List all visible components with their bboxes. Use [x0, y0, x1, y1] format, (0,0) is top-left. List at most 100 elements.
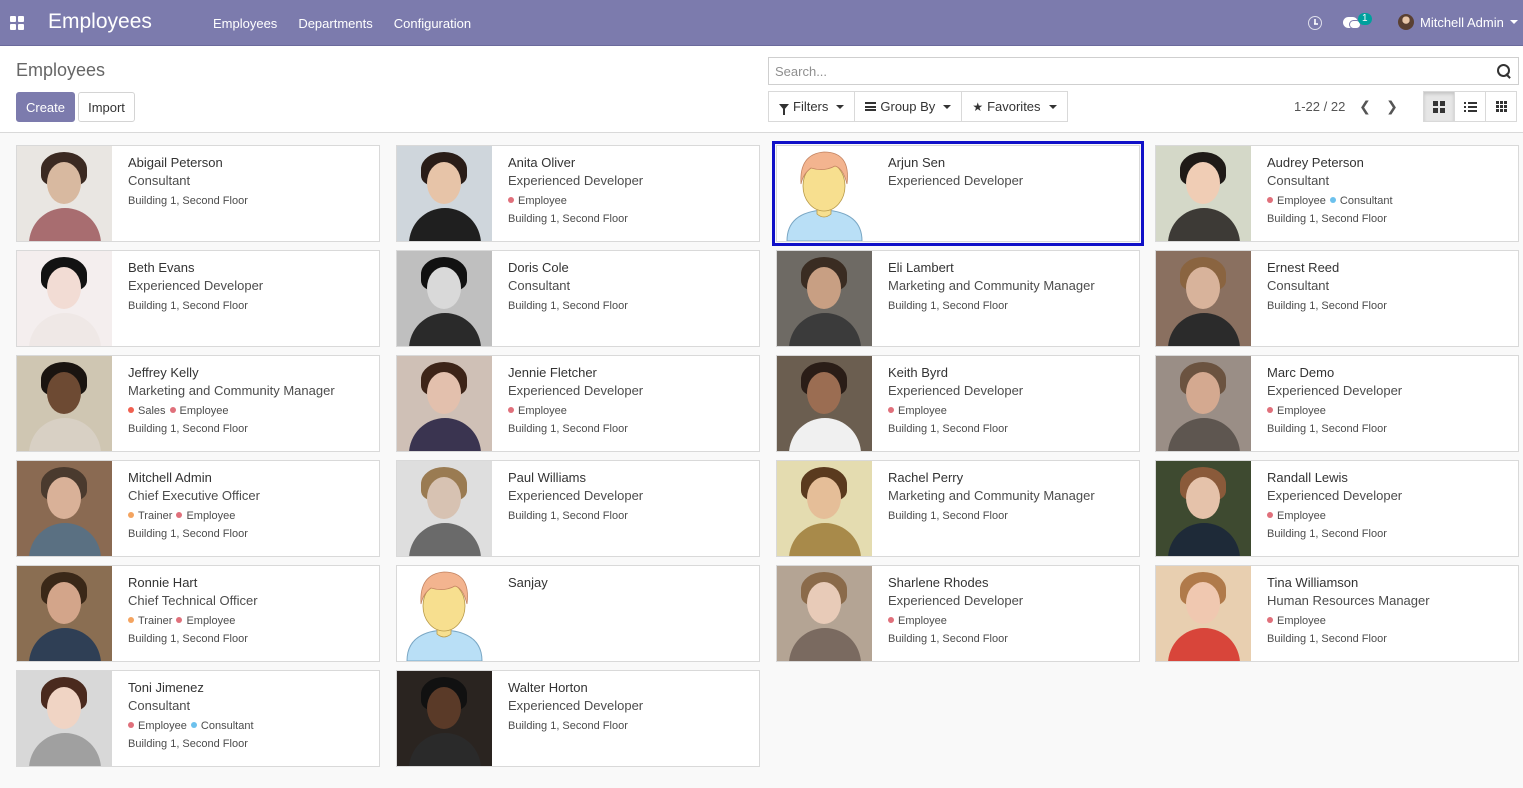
employee-photo [1156, 461, 1251, 556]
employee-tag: Employee [1267, 510, 1326, 522]
employee-photo [17, 566, 112, 661]
employee-info: Sharlene Rhodes Experienced Developer Empl… [888, 574, 1133, 646]
employee-info: Keith Byrd Experienced Developer Employee B… [888, 364, 1133, 436]
employee-card[interactable]: Sharlene Rhodes Experienced Developer Empl… [776, 565, 1140, 662]
import-button[interactable]: Import [78, 92, 135, 122]
apps-menu-icon[interactable] [10, 16, 24, 30]
employee-card[interactable]: Marc Demo Experienced Developer Employee Bu… [1155, 355, 1519, 452]
kanban-view-button[interactable] [1423, 91, 1455, 122]
employee-name: Ernest Reed [1267, 260, 1340, 275]
employee-card[interactable]: Sanjay [396, 565, 760, 662]
tag-color-dot [176, 617, 183, 623]
tag-color-dot [128, 722, 134, 728]
employee-work-location: Building 1, Second Floor [1267, 213, 1387, 225]
tag-color-dot [190, 722, 197, 728]
employee-card[interactable]: Toni Jimenez Consultant Employee Consultant… [16, 670, 380, 767]
tag-label: Trainer [138, 510, 173, 522]
employee-info: Doris Cole Consultant Building 1, Second F… [508, 259, 753, 313]
tag-color-dot [1267, 512, 1273, 518]
employee-card[interactable]: Jennie Fletcher Experienced Developer Empl… [396, 355, 760, 452]
employee-card[interactable]: Anita Oliver Experienced Developer Employe… [396, 145, 760, 242]
activity-clock-icon[interactable] [1308, 16, 1322, 30]
employee-info: Anita Oliver Experienced Developer Employe… [508, 154, 753, 226]
top-menu: Employees Departments Configuration [213, 16, 492, 31]
employee-job-title: Consultant [508, 278, 571, 293]
tag-color-dot [176, 512, 183, 518]
favorites-button[interactable]: ★ Favorites [961, 91, 1068, 122]
default-avatar-icon [397, 566, 492, 661]
employee-work-location: Building 1, Second Floor [888, 510, 1008, 522]
employee-name: Keith Byrd [888, 365, 948, 380]
employee-tag: Employee [508, 195, 567, 207]
employee-card[interactable]: Paul Williams Experienced Developer Buildi… [396, 460, 760, 557]
employee-job-title: Experienced Developer [508, 173, 644, 188]
pager-next-icon[interactable]: ❯ [1382, 96, 1402, 116]
employee-tags: Employee [508, 404, 753, 418]
employee-card[interactable]: Randall Lewis Experienced Developer Employ… [1155, 460, 1519, 557]
employee-tag: Employee [128, 720, 187, 732]
search-icon[interactable] [1497, 64, 1511, 78]
employee-work-location: Building 1, Second Floor [888, 633, 1008, 645]
user-avatar [1398, 14, 1414, 30]
employee-card[interactable]: Rachel Perry Marketing and Community Mana… [776, 460, 1140, 557]
employee-info: Paul Williams Experienced Developer Buildi… [508, 469, 753, 523]
menu-employees[interactable]: Employees [213, 16, 277, 31]
employee-tag: Employee [176, 510, 235, 522]
employee-card[interactable]: Eli Lambert Marketing and Community Manag… [776, 250, 1140, 347]
tag-label: Employee [518, 195, 567, 207]
bars-icon [865, 102, 877, 111]
tag-label: Employee [179, 405, 229, 417]
employee-info: Randall Lewis Experienced Developer Employ… [1267, 469, 1512, 541]
list-icon [1463, 101, 1477, 112]
user-menu[interactable]: Mitchell Admin [1398, 14, 1518, 30]
create-button[interactable]: Create [16, 92, 75, 122]
employee-tag: Trainer [128, 615, 172, 627]
menu-configuration[interactable]: Configuration [394, 16, 471, 31]
tag-color-dot [128, 512, 134, 518]
pager-value[interactable]: 1-22 / 22 [1294, 99, 1345, 114]
caret-down-icon [1509, 20, 1518, 24]
search-input[interactable] [769, 58, 1489, 84]
employee-card[interactable]: Arjun Sen Experienced Developer [772, 141, 1144, 246]
employee-job-title: Experienced Developer [888, 173, 1024, 188]
caret-down-icon [943, 104, 952, 109]
main-navbar: Employees Employees Departments Configur… [0, 0, 1523, 46]
tag-label: Trainer [138, 615, 173, 627]
employee-info: Marc Demo Experienced Developer Employee Bu… [1267, 364, 1512, 436]
employee-name: Eli Lambert [888, 260, 954, 275]
employee-info: Ernest Reed Consultant Building 1, Second … [1267, 259, 1512, 313]
filter-icon [779, 103, 789, 115]
tag-color-dot [1267, 407, 1273, 413]
employee-card[interactable]: Audrey Peterson Consultant Employee Consult… [1155, 145, 1519, 242]
employee-card[interactable]: Doris Cole Consultant Building 1, Second F… [396, 250, 760, 347]
employee-photo [397, 356, 492, 451]
tag-label: Employee [1277, 615, 1326, 627]
employee-tag: Employee [176, 615, 235, 627]
employee-photo [777, 461, 872, 556]
list-view-button[interactable] [1454, 91, 1486, 122]
filters-button[interactable]: Filters [768, 91, 856, 122]
control-panel: Employees Create Import Filters Group By… [0, 46, 1523, 133]
employee-job-title: Marketing and Community Manager [888, 488, 1095, 503]
employee-name: Jennie Fletcher [508, 365, 597, 380]
employee-card[interactable]: Tina Williamson Human Resources Manager Em… [1155, 565, 1519, 662]
employee-job-title: Experienced Developer [888, 593, 1024, 608]
employee-card[interactable]: Beth Evans Experienced Developer Building … [16, 250, 380, 347]
employee-photo [1156, 251, 1251, 346]
employee-card[interactable]: Ronnie Hart Chief Technical Officer Traine… [16, 565, 380, 662]
employee-card[interactable]: Keith Byrd Experienced Developer Employee B… [776, 355, 1140, 452]
employee-tag: Consultant [190, 720, 254, 732]
employee-card[interactable]: Ernest Reed Consultant Building 1, Second … [1155, 250, 1519, 347]
employee-card[interactable]: Walter Horton Experienced Developer Buildi… [396, 670, 760, 767]
activity-view-button[interactable] [1485, 91, 1517, 122]
employee-card[interactable]: Jeffrey Kelly Marketing and Community Man… [16, 355, 380, 452]
employee-name: Sharlene Rhodes [888, 575, 989, 590]
employee-card[interactable]: Abigail Peterson Consultant Building 1, Se… [16, 145, 380, 242]
menu-departments[interactable]: Departments [298, 16, 372, 31]
employee-name: Paul Williams [508, 470, 587, 485]
employee-card[interactable]: Mitchell Admin Chief Executive Officer Tra… [16, 460, 380, 557]
groupby-button[interactable]: Group By [854, 91, 963, 122]
employee-work-location: Building 1, Second Floor [128, 423, 248, 435]
employee-work-location: Building 1, Second Floor [128, 738, 248, 750]
pager-previous-icon[interactable]: ❮ [1355, 96, 1375, 116]
